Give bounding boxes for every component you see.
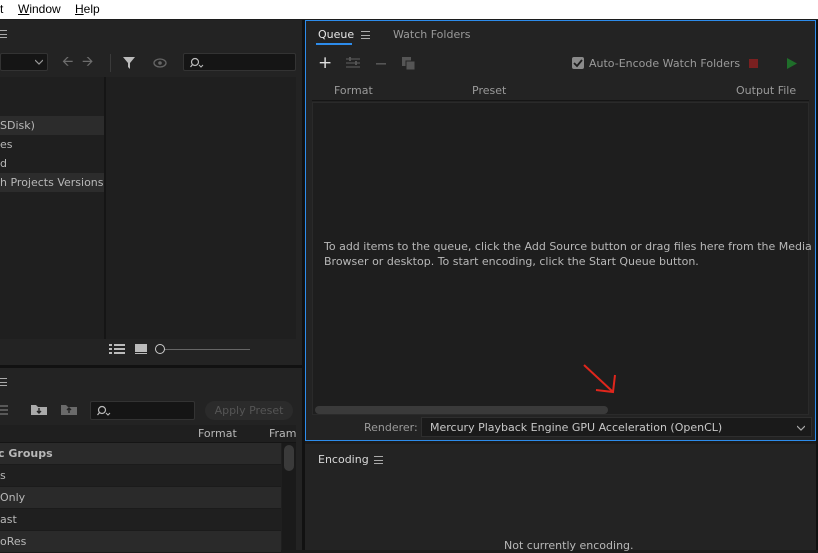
active-tab-underline — [316, 43, 352, 45]
horizontal-scrollbar-thumb[interactable] — [315, 406, 608, 414]
empty-message-line: Browser or desktop. To start encoding, c… — [324, 255, 699, 268]
menu-bar: t Window Help — [0, 0, 818, 19]
column-format[interactable]: Format — [198, 427, 237, 440]
media-search-input[interactable] — [183, 53, 296, 71]
list-item[interactable]: s — [0, 465, 281, 487]
encoding-menu-icon[interactable] — [374, 456, 383, 464]
encoding-panel: Encoding Not currently encoding. — [305, 444, 818, 552]
stop-queue-icon[interactable] — [749, 59, 758, 68]
empty-queue-message: To add items to the queue, click the Add… — [324, 239, 812, 269]
queue-panel: Queue Watch Folders + Auto-Encode Watch … — [305, 20, 816, 441]
tree-item[interactable]: es — [0, 135, 104, 154]
preset-search-input[interactable] — [90, 401, 195, 420]
empty-message-line: To add items to the queue, click the Add… — [324, 240, 812, 253]
red-arrow-annotation-icon — [583, 364, 616, 394]
folder-tree: SDisk) es d h Projects Versions — [0, 77, 104, 339]
list-item[interactable]: ast — [0, 509, 281, 531]
media-browser-menu-icon[interactable] — [0, 30, 7, 38]
preset-group-text: Groups — [8, 447, 53, 460]
scrollbar-thumb[interactable] — [284, 445, 294, 471]
column-output-file[interactable]: Output File — [736, 84, 796, 97]
toolbar-divider — [110, 54, 111, 72]
zoom-slider-track[interactable] — [158, 349, 250, 350]
menu-window-rest: indow — [29, 2, 61, 16]
queue-drop-area[interactable]: To add items to the queue, click the Add… — [312, 102, 812, 415]
start-queue-icon[interactable] — [787, 58, 797, 69]
encoding-status: Not currently encoding. — [504, 539, 634, 552]
import-preset-icon[interactable] — [30, 402, 48, 416]
column-format[interactable]: Format — [334, 84, 373, 97]
renderer-label: Renderer: — [364, 421, 418, 434]
filter-icon[interactable] — [122, 56, 136, 70]
preset-settings-icon[interactable] — [346, 57, 360, 69]
file-list — [106, 77, 296, 339]
renderer-value: Mercury Playback Engine GPU Acceleration… — [430, 421, 723, 434]
zoom-slider-handle[interactable] — [155, 344, 165, 354]
list-view-icon[interactable] — [109, 344, 125, 354]
auto-encode-checkbox[interactable] — [572, 57, 584, 69]
preset-group-title: c Groups — [0, 447, 53, 460]
media-browser-panel: 🡨 🡪 SDisk) es d h Projects Versions — [0, 20, 302, 365]
apply-preset-button[interactable]: Apply Preset — [205, 401, 293, 420]
queue-table-header: Format Preset Output File — [312, 82, 809, 101]
forward-arrow-icon[interactable]: 🡪 — [82, 55, 93, 69]
auto-encode-label: Auto-Encode Watch Folders — [589, 57, 741, 70]
column-preset[interactable]: Preset — [472, 84, 506, 97]
tab-queue[interactable]: Queue — [318, 28, 354, 41]
export-preset-icon[interactable] — [60, 402, 78, 416]
checkmark-icon — [573, 59, 583, 68]
icon-view-icon[interactable] — [135, 344, 147, 354]
chevron-down-icon — [35, 59, 43, 65]
search-icon — [190, 57, 204, 68]
menu-item-help[interactable]: Help — [75, 2, 100, 16]
add-source-icon[interactable]: + — [318, 55, 332, 72]
tree-item[interactable]: SDisk) — [0, 116, 104, 135]
preset-settings-icon[interactable] — [0, 403, 12, 417]
menu-help-rest: elp — [83, 2, 100, 16]
tree-item[interactable]: d — [0, 154, 104, 173]
preset-browser-menu-icon[interactable] — [0, 378, 7, 386]
menu-item-partial[interactable]: t — [0, 2, 3, 16]
tab-watch-folders[interactable]: Watch Folders — [393, 28, 470, 41]
location-dropdown[interactable] — [0, 53, 48, 71]
remove-icon[interactable] — [376, 63, 386, 65]
chevron-down-icon — [797, 425, 805, 431]
list-item[interactable]: Only — [0, 487, 281, 509]
duplicate-icon[interactable] — [402, 57, 416, 71]
preset-browser-panel: Apply Preset Format Fram s Only ast oRes… — [0, 368, 302, 553]
preset-table-header: Format Fram — [0, 425, 297, 443]
queue-menu-icon[interactable] — [361, 31, 370, 39]
encoding-title: Encoding — [318, 453, 369, 466]
renderer-dropdown[interactable]: Mercury Playback Engine GPU Acceleration… — [421, 417, 812, 437]
menu-item-window[interactable]: Window — [18, 2, 61, 16]
search-icon — [97, 405, 111, 416]
column-frame[interactable]: Fram — [269, 427, 297, 440]
tree-item[interactable]: h Projects Versions — [0, 173, 104, 192]
back-arrow-icon[interactable]: 🡨 — [62, 55, 73, 69]
eye-icon[interactable] — [153, 57, 167, 69]
preset-scrollbar[interactable] — [282, 443, 296, 550]
